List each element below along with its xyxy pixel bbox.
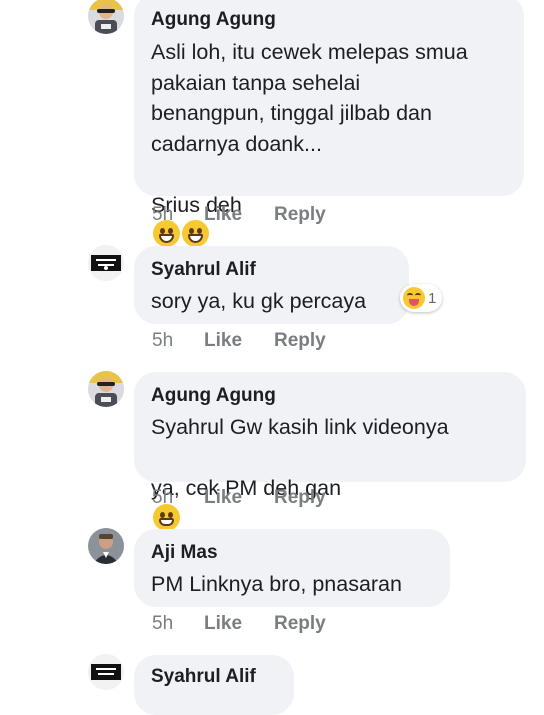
comment-text-line: benangpun, tinggal jilbab dan <box>151 101 432 125</box>
comment-author[interactable]: Agung Agung <box>151 384 510 408</box>
comment-text-line: Asli loh, itu cewek melepas smua <box>151 40 468 64</box>
comment-actions: 5h Like Reply <box>152 487 326 509</box>
avatar[interactable] <box>88 528 124 564</box>
avatar[interactable] <box>88 245 124 281</box>
comment-author[interactable]: Syahrul Alif <box>151 258 393 282</box>
comment-author[interactable]: Agung Agung <box>151 8 508 32</box>
comment-author[interactable]: Syahrul Alif <box>151 665 278 689</box>
reply-button[interactable]: Reply <box>274 613 326 635</box>
comment-text: PM Linknya bro, pnasaran <box>151 572 402 596</box>
avatar[interactable] <box>88 654 124 690</box>
reaction-count: 1 <box>428 289 437 307</box>
reply-button[interactable]: Reply <box>274 487 326 509</box>
reply-button[interactable]: Reply <box>274 204 326 226</box>
reply-button[interactable]: Reply <box>274 330 326 352</box>
laughing-tongue-reaction-icon <box>403 287 425 309</box>
like-button[interactable]: Like <box>204 204 274 226</box>
like-button[interactable]: Like <box>204 330 274 352</box>
avatar[interactable] <box>88 0 124 34</box>
comment-bubble: Agung Agung Asli loh, itu cewek melepas … <box>134 0 524 247</box>
like-button[interactable]: Like <box>204 613 274 635</box>
reaction-badge[interactable]: 1 <box>400 284 443 312</box>
comment-author[interactable]: Aji Mas <box>151 541 434 565</box>
comment-bubble: Agung Agung Syahrul Gw kasih link videon… <box>134 372 526 531</box>
comment-time[interactable]: 5h <box>152 613 204 635</box>
comment-text: sory ya, ku gk percaya <box>151 289 367 313</box>
comment-actions: 5h Like Reply <box>152 613 326 635</box>
comment-actions: 5h Like Reply <box>152 330 326 352</box>
comment-text-line: Syahrul Gw kasih link videonya <box>151 415 449 439</box>
like-button[interactable]: Like <box>204 487 274 509</box>
comment-text-line: cadarnya doank... <box>151 131 322 156</box>
comment-bubble: Syahrul Alif <box>134 655 294 715</box>
comment-time[interactable]: 5h <box>152 204 204 226</box>
comment-time[interactable]: 5h <box>152 487 204 509</box>
comment-actions: 5h Like Reply <box>152 204 326 226</box>
comment-text-line: pakaian tanpa sehelai <box>151 70 361 95</box>
avatar[interactable] <box>88 371 124 407</box>
comment-bubble: Syahrul Alif sory ya, ku gk percaya <box>134 246 409 324</box>
comment-time[interactable]: 5h <box>152 330 204 352</box>
comment-bubble: Aji Mas PM Linknya bro, pnasaran <box>134 529 450 607</box>
